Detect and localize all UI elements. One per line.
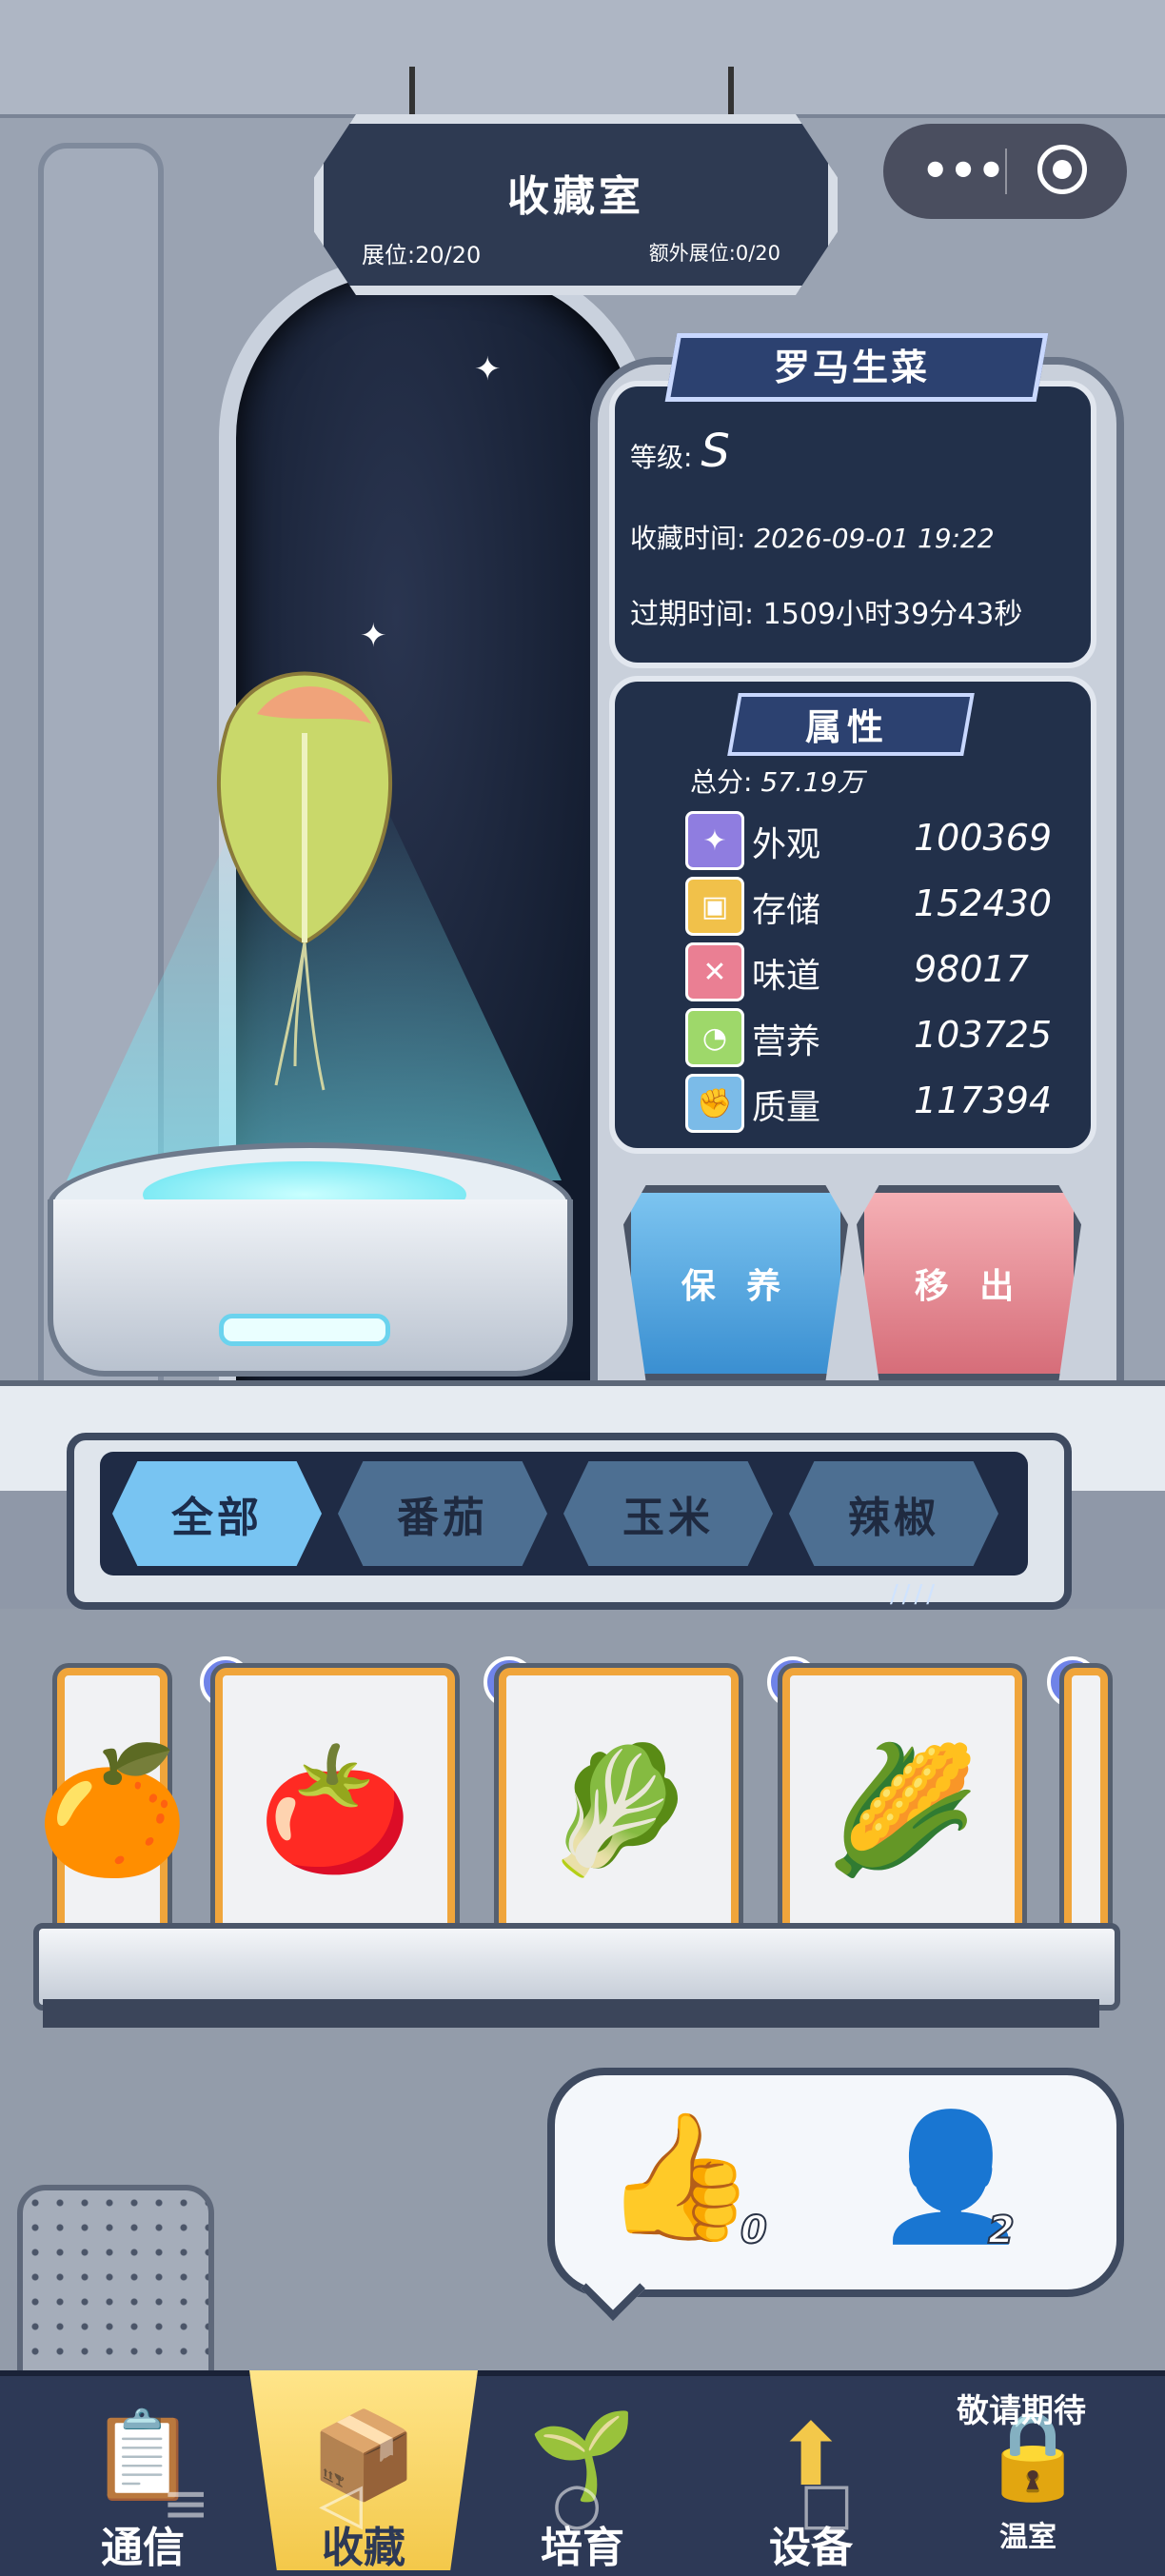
remove-button[interactable]: 移 出: [857, 1185, 1081, 1381]
attribute-row: ✊ 质量 117394: [685, 1070, 1052, 1133]
extra-slot-count: 额外展位:0/20: [648, 242, 780, 265]
title-plaque: 收藏室 展位:20/20 额外展位:0/20: [314, 114, 838, 295]
ceiling-panel: [0, 0, 1165, 118]
more-dots-icon[interactable]: •••: [921, 145, 1005, 196]
tab-all[interactable]: 全部: [112, 1461, 322, 1566]
menu-lines-icon[interactable]: ≡: [162, 2470, 209, 2537]
attribute-value: 98017: [914, 948, 1029, 990]
sparkle-icon: ✦: [685, 811, 744, 870]
star-icon: ✦: [474, 350, 502, 388]
corn-icon: 🌽: [825, 1736, 979, 1882]
shelf-card-selected[interactable]: 🥬: [499, 1668, 739, 1952]
tab-bar-decoration: ////: [890, 1580, 939, 1609]
grade-value: S: [701, 425, 730, 478]
slot-count: 展位:20/20: [362, 242, 482, 268]
lettuce-icon: 🥬: [542, 1736, 696, 1882]
total-score-value: 57.19万: [760, 766, 864, 798]
shelf-card[interactable]: 🌽: [782, 1668, 1022, 1952]
total-score: 总分: 57.19万: [690, 762, 864, 800]
like-count: 0: [740, 2208, 768, 2253]
romaine-lettuce-hologram: [216, 671, 393, 1091]
collect-time-value: 2026-09-01 19:22: [754, 523, 995, 554]
attribute-label: 质量: [752, 1088, 821, 1127]
shelf-card[interactable]: [1064, 1668, 1108, 1952]
grade-label: 等级:: [630, 442, 693, 473]
coming-soon-label: 敬请期待: [957, 2392, 1086, 2430]
fork-knife-icon: ✕: [685, 942, 744, 1001]
target-close-icon[interactable]: [1037, 145, 1087, 194]
grade-row: 等级: S: [630, 425, 730, 478]
collect-time-label: 收藏时间:: [630, 523, 746, 554]
attribute-value: 103725: [914, 1014, 1053, 1056]
attribute-value: 100369: [914, 817, 1053, 859]
home-icon[interactable]: ○: [552, 2470, 602, 2537]
back-icon[interactable]: ◁: [319, 2470, 363, 2537]
attributes-title: 属性: [804, 706, 889, 748]
collect-time-row: 收藏时间: 2026-09-01 19:22: [630, 518, 995, 556]
orange-icon: 🍊: [35, 1736, 189, 1882]
lemon-icon: ◔: [685, 1008, 744, 1067]
shelf-card[interactable]: 🍊: [35, 1668, 189, 1952]
tab-tomato[interactable]: 番茄: [338, 1461, 547, 1566]
page-title: 收藏室: [507, 172, 644, 221]
attribute-row: ✕ 味道 98017: [685, 939, 1047, 1001]
capsule-divider: [1005, 149, 1007, 194]
recent-apps-icon[interactable]: □: [800, 2470, 854, 2537]
item-info-panel: 等级: S 收藏时间: 2026-09-01 19:22 过期时间: 1509小…: [609, 381, 1096, 668]
tab-pepper[interactable]: 辣椒: [789, 1461, 998, 1566]
social-bubble: 👍 0 👤 2: [547, 2068, 1124, 2297]
expire-time-row: 过期时间: 1509小时39分43秒: [630, 590, 1022, 632]
attribute-row: ▣ 存储 152430: [685, 873, 1052, 936]
attribute-label: 存储: [752, 891, 821, 930]
attribute-label: 味道: [752, 957, 821, 996]
attribute-value: 152430: [914, 882, 1053, 924]
system-navigation: ≡ ◁ ○ □: [0, 2461, 1165, 2570]
tab-corn[interactable]: 玉米: [563, 1461, 773, 1566]
box-icon: ▣: [685, 877, 744, 936]
shelf-board: [33, 1923, 1120, 2011]
muscle-icon: ✊: [685, 1074, 744, 1133]
attribute-label: 营养: [752, 1022, 821, 1061]
visitor-count: 2: [987, 2208, 1016, 2253]
shelf-base: [43, 1999, 1099, 2028]
total-score-label: 总分:: [690, 766, 753, 798]
attribute-row: ✦ 外观 100369: [685, 807, 1052, 870]
attribute-label: 外观: [752, 825, 821, 864]
expire-time-label: 过期时间:: [630, 598, 755, 631]
expire-time-value: 1509小时39分43秒: [762, 598, 1023, 631]
attribute-value: 117394: [914, 1080, 1053, 1121]
thumbs-up-icon[interactable]: 👍: [602, 2104, 757, 2249]
mini-program-capsule: •••: [883, 124, 1127, 219]
tomato-icon: 🍅: [258, 1736, 412, 1882]
star-icon: ✦: [360, 617, 387, 655]
item-name: 罗马生菜: [773, 347, 930, 388]
nurture-button[interactable]: 保 养: [623, 1185, 848, 1381]
attribute-row: ◔ 营养 103725: [685, 1004, 1052, 1067]
display-pedestal: [48, 1142, 573, 1399]
shelf-card[interactable]: 🍅: [215, 1668, 455, 1952]
